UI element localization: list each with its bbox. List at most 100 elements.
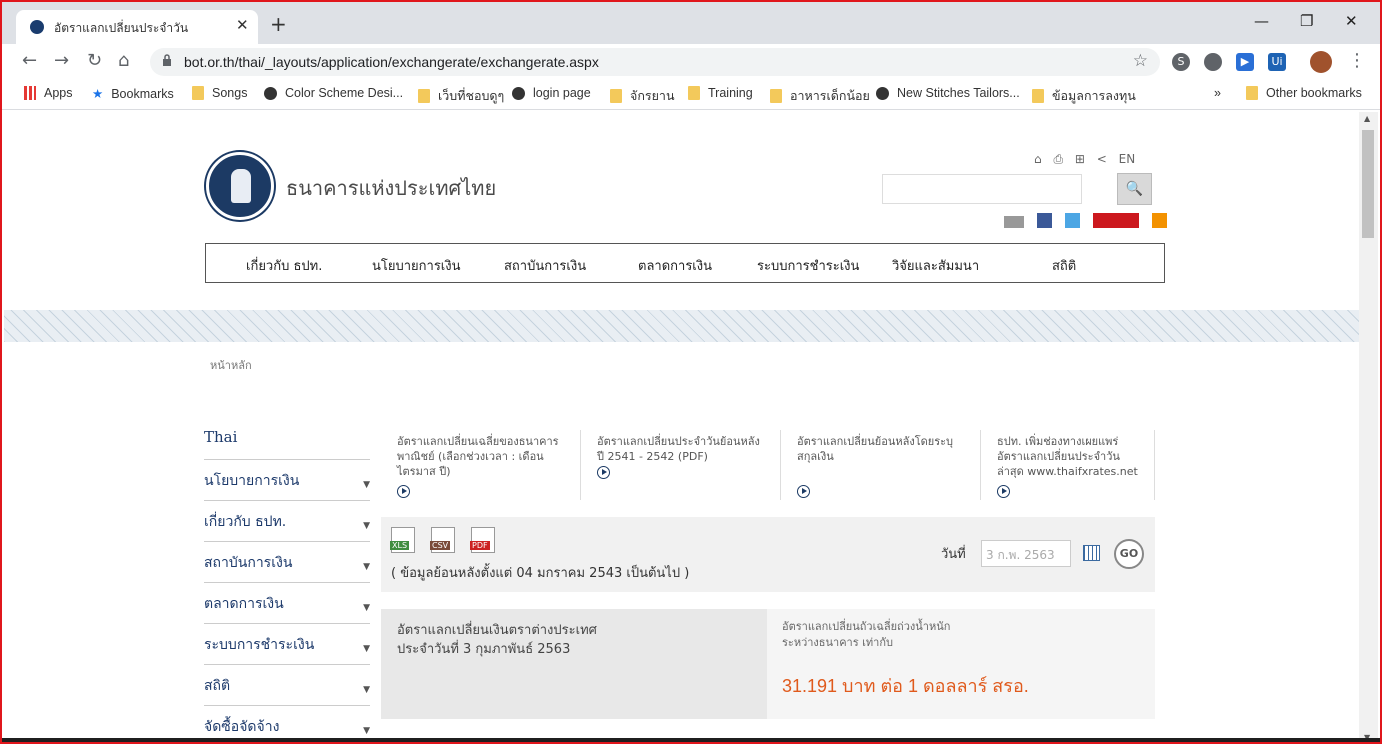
link-thaifxrates[interactable]: ธปท. เพิ่มช่องทางเผยแพร่อัตราแลกเปลี่ยนป… [981, 430, 1155, 500]
uipath-extension-icon[interactable]: Ui [1268, 53, 1286, 71]
menu-dots-icon[interactable]: ⋮ [1348, 50, 1366, 71]
sidebar-item-payment-systems[interactable]: ระบบการชำระเงิน ▼ [204, 624, 370, 665]
search-button[interactable]: 🔍 [1117, 173, 1152, 205]
calendar-icon[interactable] [1083, 545, 1100, 561]
sidebar-item-label: สถาบันการเงิน [204, 555, 293, 571]
minimize-button[interactable]: — [1254, 12, 1269, 30]
bookmark-songs[interactable]: Songs [192, 86, 247, 100]
xls-download-icon[interactable]: XLS [390, 527, 415, 553]
bookmark-star-icon[interactable]: ☆ [1133, 51, 1148, 71]
sidebar-item-statistics[interactable]: สถิติ ▼ [204, 665, 370, 706]
bank-name[interactable]: ธนาคารแห่งประเทศไทย [286, 172, 496, 204]
chevron-down-icon: ▼ [363, 603, 370, 613]
bookmark-apps[interactable]: Apps [24, 86, 73, 100]
home-icon[interactable]: ⌂ [1034, 152, 1042, 166]
browser-window: อัตราแลกเปลี่ยนประจำวัน ✕ + — ❐ ✕ ← → ↻ … [0, 0, 1382, 744]
address-bar[interactable]: bot.or.th/thai/_layouts/application/exch… [150, 48, 1160, 76]
nav-item-financial-markets[interactable]: ตลาดการเงิน [638, 255, 712, 276]
forward-arrow-icon[interactable]: → [54, 50, 69, 71]
reload-icon[interactable]: ↻ [87, 50, 102, 71]
sidebar-item-financial-institutions[interactable]: สถาบันการเงิน ▼ [204, 542, 370, 583]
back-arrow-icon[interactable]: ← [22, 50, 37, 71]
utility-icons: ⌂ ⎙ ⊞ < EN [1034, 152, 1135, 167]
tab-close-icon[interactable]: ✕ [236, 16, 249, 34]
scroll-up-icon[interactable]: ▲ [1364, 114, 1370, 123]
share-icon[interactable]: < [1097, 152, 1107, 166]
language-toggle[interactable]: EN [1119, 152, 1136, 166]
search-input[interactable] [882, 174, 1082, 204]
nav-item-monetary-policy[interactable]: นโยบายการเงิน [372, 255, 461, 276]
bookmark-training[interactable]: Training [688, 86, 753, 100]
date-input[interactable]: 3 ก.พ. 2563 [981, 540, 1071, 567]
nav-item-financial-institutions[interactable]: สถาบันการเงิน [504, 255, 586, 276]
mail-icon[interactable] [1004, 216, 1024, 228]
decorative-banner [4, 310, 1359, 342]
download-bar: XLS CSV PDF ( ข้อมูลย้อนหลังตั้งแต่ 04 ม… [381, 517, 1155, 592]
pdf-download-icon[interactable]: PDF [470, 527, 495, 553]
link-historical-rates-pdf[interactable]: อัตราแลกเปลี่ยนประจำวันย้อนหลัง ปี 2541 … [581, 430, 781, 500]
sidebar-item-monetary-policy[interactable]: นโยบายการเงิน ▼ [204, 460, 370, 501]
chevron-down-icon: ▼ [363, 644, 370, 654]
sitemap-icon[interactable]: ⊞ [1075, 152, 1085, 166]
twitter-icon[interactable] [1065, 213, 1081, 228]
bookmark-investment[interactable]: ข้อมูลการลงทุน [1032, 86, 1136, 106]
rate-box: อัตราแลกเปลี่ยนเงินตราต่างประเทศ ประจำวั… [381, 609, 1155, 719]
youtube-icon[interactable] [1093, 213, 1140, 228]
active-tab[interactable]: อัตราแลกเปลี่ยนประจำวัน ✕ [16, 10, 258, 44]
sidebar-item-financial-markets[interactable]: ตลาดการเงิน ▼ [204, 583, 370, 624]
bookmark-new-stitches[interactable]: New Stitches Tailors... [876, 86, 1020, 100]
csv-download-icon[interactable]: CSV [430, 527, 455, 553]
tab-title: อัตราแลกเปลี่ยนประจำวัน [54, 21, 189, 35]
rate-date-line: ประจำวันที่ 3 กุมภาพันธ์ 2563 [397, 642, 571, 657]
maximize-button[interactable]: ❐ [1300, 12, 1313, 30]
print-icon[interactable]: ⎙ [1053, 152, 1063, 166]
main-navigation: เกี่ยวกับ ธปท. นโยบายการเงิน สถาบันการเง… [205, 243, 1165, 283]
circle-extension-icon[interactable] [1204, 53, 1222, 71]
bookmark-kids-food[interactable]: อาหารเด็กน้อย [770, 86, 870, 106]
profile-avatar[interactable] [1310, 51, 1332, 73]
sidebar-item-label: จัดซื้อจัดจ้าง [204, 719, 280, 735]
chevron-down-icon: ▼ [363, 726, 370, 736]
sidebar-head[interactable]: Thai [204, 428, 370, 460]
play-extension-icon[interactable]: ▶ [1236, 53, 1254, 71]
go-button[interactable]: GO [1114, 539, 1144, 569]
link-rates-by-currency[interactable]: อัตราแลกเปลี่ยนย้อนหลังโดยระบุสกุลเงิน [781, 430, 981, 500]
bookmark-bicycle[interactable]: จักรยาน [610, 86, 675, 106]
file-type-label: CSV [430, 541, 451, 550]
bookmark-other[interactable]: Other bookmarks [1246, 86, 1362, 100]
bank-logo[interactable] [206, 152, 274, 220]
nav-item-research[interactable]: วิจัยและสัมมนา [892, 255, 979, 276]
lock-icon [163, 54, 171, 66]
bookmark-label: New Stitches Tailors... [897, 86, 1020, 100]
link-average-commercial-bank-rates[interactable]: อัตราแลกเปลี่ยนเฉลี่ยของธนาคารพาณิชย์ (เ… [381, 430, 581, 500]
bookmark-login-page[interactable]: login page [512, 86, 591, 100]
home-icon[interactable]: ⌂ [118, 50, 129, 71]
bookmark-favorite-sites[interactable]: เว็บที่ชอบดูๆ [418, 86, 504, 106]
bookmark-color-scheme[interactable]: Color Scheme Desi... [264, 86, 403, 100]
rate-caption: อัตราแลกเปลี่ยนถัวเฉลี่ยถ่วงน้ำหนัก ระหว… [782, 619, 950, 651]
sidebar-item-label: สถิติ [204, 678, 231, 694]
rss-icon[interactable] [1152, 213, 1168, 228]
page-scrollbar[interactable]: ▲ ▼ [1359, 112, 1378, 742]
folder-icon [1246, 86, 1258, 100]
scrollbar-thumb[interactable] [1362, 130, 1374, 238]
nav-item-payment-systems[interactable]: ระบบการชำระเงิน [757, 255, 859, 276]
new-tab-button[interactable]: + [270, 12, 287, 36]
sidebar-item-label: ระบบการชำระเงิน [204, 637, 315, 653]
bookmark-label: ข้อมูลการลงทุน [1052, 89, 1136, 103]
bookmark-label: Songs [212, 86, 248, 100]
facebook-icon[interactable] [1037, 213, 1053, 228]
breadcrumb[interactable]: หน้าหลัก [210, 356, 252, 374]
skype-extension-icon[interactable]: S [1172, 53, 1190, 71]
arrow-circle-icon [997, 485, 1010, 498]
bookmark-label: Other bookmarks [1266, 86, 1362, 100]
date-label: วันที่ [941, 547, 966, 562]
bookmark-bookmarks[interactable]: ★ Bookmarks [92, 86, 174, 101]
folder-icon [418, 89, 430, 103]
nav-item-about[interactable]: เกี่ยวกับ ธปท. [246, 255, 322, 276]
bookmarks-overflow-button[interactable]: » [1214, 86, 1221, 100]
sidebar-item-about[interactable]: เกี่ยวกับ ธปท. ▼ [204, 501, 370, 542]
close-window-button[interactable]: ✕ [1345, 12, 1358, 30]
bookmark-label: จักรยาน [630, 89, 675, 103]
nav-item-statistics[interactable]: สถิติ [1052, 255, 1076, 276]
